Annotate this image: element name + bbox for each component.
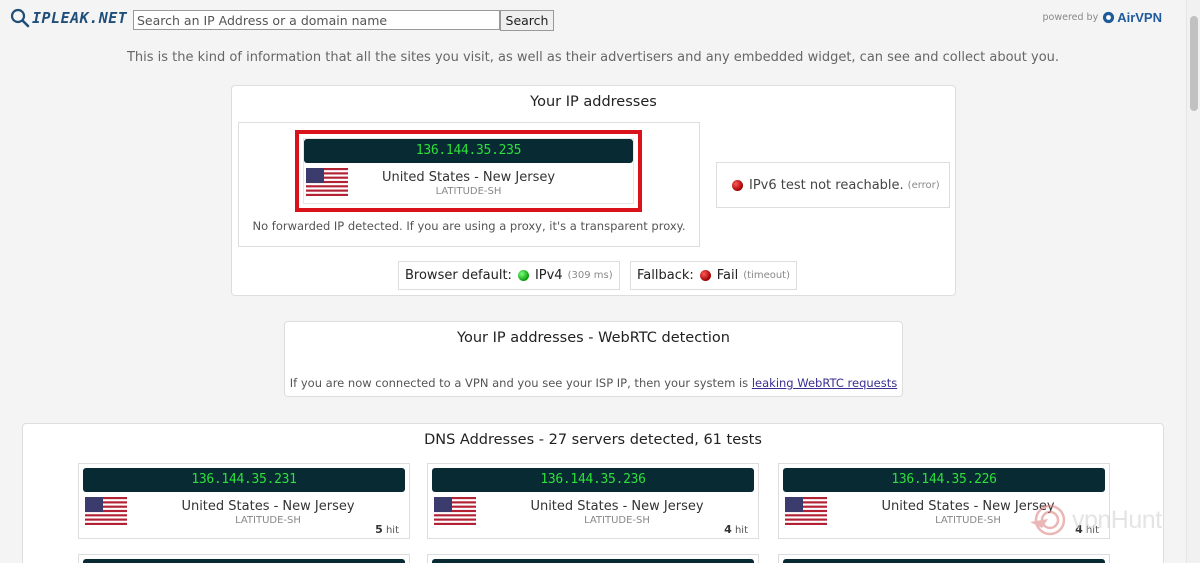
vpnhunt-watermark: vpnHunt xyxy=(1028,502,1162,538)
ipv6-status-detail: (error) xyxy=(907,179,940,191)
fallback-label: Fallback: xyxy=(637,268,694,283)
dns-server-isp: LATITUDE-SH xyxy=(235,515,301,526)
powered-by-airvpn[interactable]: powered by AirVPN xyxy=(1043,10,1163,25)
dns-server-hits: 4 hit xyxy=(724,523,748,536)
us-flag-icon xyxy=(434,497,476,525)
dns-server-location: United States - New Jersey xyxy=(530,499,704,514)
fallback-dot xyxy=(699,270,711,281)
ipv4-card: 136.144.35.235 United States - New Jerse… xyxy=(303,138,634,204)
webrtc-title: Your IP addresses - WebRTC detection xyxy=(457,330,730,346)
dns-hit-count: 4 xyxy=(724,523,732,536)
browser-default-status: Browser default: IPv4 (309 ms) xyxy=(398,261,620,290)
ipv6-status-dot xyxy=(732,179,743,191)
magnifier-logo-icon xyxy=(10,8,30,28)
browser-default-detail: (309 ms) xyxy=(567,270,613,281)
airvpn-brand: AirVPN xyxy=(1117,10,1162,25)
ipv4-isp: LATITUDE-SH xyxy=(435,186,502,197)
forwarded-ip-note: No forwarded IP detected. If you are usi… xyxy=(252,219,686,233)
search-button[interactable]: Search xyxy=(500,10,554,31)
dns-hit-label: hit xyxy=(734,525,748,536)
dns-panel: DNS Addresses - 27 servers detected, 61 … xyxy=(22,423,1164,563)
dns-hit-label: hit xyxy=(385,525,399,536)
fallback-value: Fail xyxy=(716,268,739,283)
browser-default-value: IPv4 xyxy=(534,268,563,283)
us-flag-icon xyxy=(85,497,127,525)
dns-server-isp: LATITUDE-SH xyxy=(584,515,650,526)
dns-server-ip[interactable]: 136.144.35.236 xyxy=(432,468,754,492)
scrollbar-thumb[interactable] xyxy=(1190,16,1198,111)
dns-server-card xyxy=(78,554,410,563)
dns-title: DNS Addresses - 27 servers detected, 61 … xyxy=(424,432,762,448)
dns-server-card xyxy=(427,554,759,563)
ip-panel-title: Your IP addresses xyxy=(530,94,657,110)
ipv6-status-text: IPv6 test not reachable. xyxy=(749,177,904,193)
intro-text: This is the kind of information that all… xyxy=(126,50,1060,65)
ipleak-logo[interactable]: IPLEAK.NET xyxy=(10,8,127,28)
dns-server-card: 136.144.35.231 United States - New Jerse… xyxy=(78,463,410,539)
dns-server-card xyxy=(778,554,1110,563)
browser-default-dot xyxy=(517,270,529,281)
ipv4-box: 136.144.35.235 United States - New Jerse… xyxy=(238,122,700,247)
webrtc-note: If you are now connected to a VPN and yo… xyxy=(285,376,902,390)
logo-text: IPLEAK.NET xyxy=(32,9,128,27)
dns-server-location: United States - New Jersey xyxy=(181,499,355,514)
ipv4-address[interactable]: 136.144.35.235 xyxy=(304,139,633,163)
dns-server-hits: 5 hit xyxy=(375,523,399,536)
vpnhunt-logo-icon xyxy=(1030,504,1066,536)
top-bar: IPLEAK.NET Search powered by AirVPN xyxy=(0,0,1186,40)
dns-server-card: 136.144.35.236 United States - New Jerse… xyxy=(427,463,759,539)
airvpn-logo-icon xyxy=(1103,11,1115,24)
fallback-detail: (timeout) xyxy=(743,270,791,281)
fallback-status: Fallback: Fail (timeout) xyxy=(630,261,798,290)
browser-default-label: Browser default: xyxy=(405,268,512,283)
ip-addresses-panel: Your IP addresses 136.144.35.235 United … xyxy=(231,85,956,296)
dns-server-ip-bar xyxy=(432,559,754,563)
us-flag-icon xyxy=(785,497,827,525)
dns-server-ip[interactable]: 136.144.35.231 xyxy=(83,468,405,492)
ipv6-box: IPv6 test not reachable. (error) xyxy=(716,162,950,208)
dns-server-ip[interactable]: 136.144.35.226 xyxy=(783,468,1105,492)
webrtc-leak-link[interactable]: leaking WebRTC requests xyxy=(752,376,897,390)
highlight-box: 136.144.35.235 United States - New Jerse… xyxy=(295,130,642,212)
dns-server-ip-bar xyxy=(83,559,405,563)
dns-hit-count: 5 xyxy=(375,523,383,536)
dns-server-ip-bar xyxy=(783,559,1105,563)
search-input[interactable] xyxy=(133,10,500,30)
powered-by-label: powered by xyxy=(1042,12,1099,23)
ipv4-location: United States - New Jersey xyxy=(381,170,556,185)
page-scrollbar[interactable] xyxy=(1186,0,1200,563)
watermark-text: vpnHunt xyxy=(1072,505,1162,534)
webrtc-note-text: If you are now connected to a VPN and yo… xyxy=(289,376,749,390)
webrtc-panel: Your IP addresses - WebRTC detection If … xyxy=(284,321,903,397)
